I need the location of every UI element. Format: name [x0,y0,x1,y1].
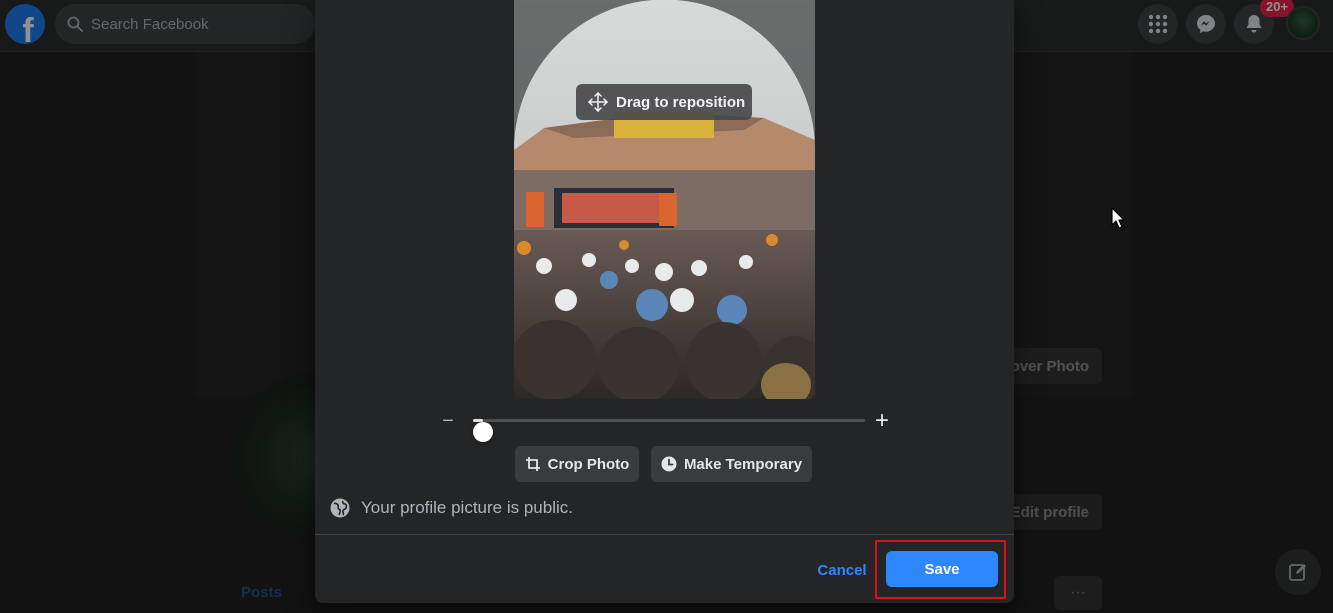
zoom-slider-thumb[interactable] [473,422,493,442]
zoom-in-button[interactable]: + [872,408,892,434]
cancel-button[interactable]: Cancel [815,553,869,587]
privacy-text: Your profile picture is public. [361,498,573,517]
page: f Search Facebook 20+ over Photo Edit pr… [0,0,1333,613]
photo-preview[interactable] [514,0,815,399]
save-button[interactable]: Save [886,551,998,587]
profile-picture-dialog: Drag to reposition − + Crop Photo Make T… [315,0,1014,603]
zoom-slider[interactable] [473,419,865,442]
crop-photo-button[interactable]: Crop Photo [515,446,639,482]
make-temporary-button[interactable]: Make Temporary [651,446,812,482]
clock-icon [661,456,677,472]
zoom-out-button[interactable]: − [439,410,457,432]
move-arrows-icon [588,92,608,112]
globe-icon [330,498,350,518]
privacy-notice: Your profile picture is public. [330,496,573,520]
crop-photo-label: Crop Photo [547,455,630,473]
drag-label: Drag to reposition [616,93,746,111]
circular-crop-mask [514,0,815,399]
zoom-control: − + [439,408,899,442]
crop-icon [525,457,540,471]
make-temporary-label: Make Temporary [683,455,803,473]
mouse-cursor-icon [1111,207,1125,229]
drag-to-reposition-hint: Drag to reposition [576,84,752,120]
footer-divider [315,534,1014,535]
